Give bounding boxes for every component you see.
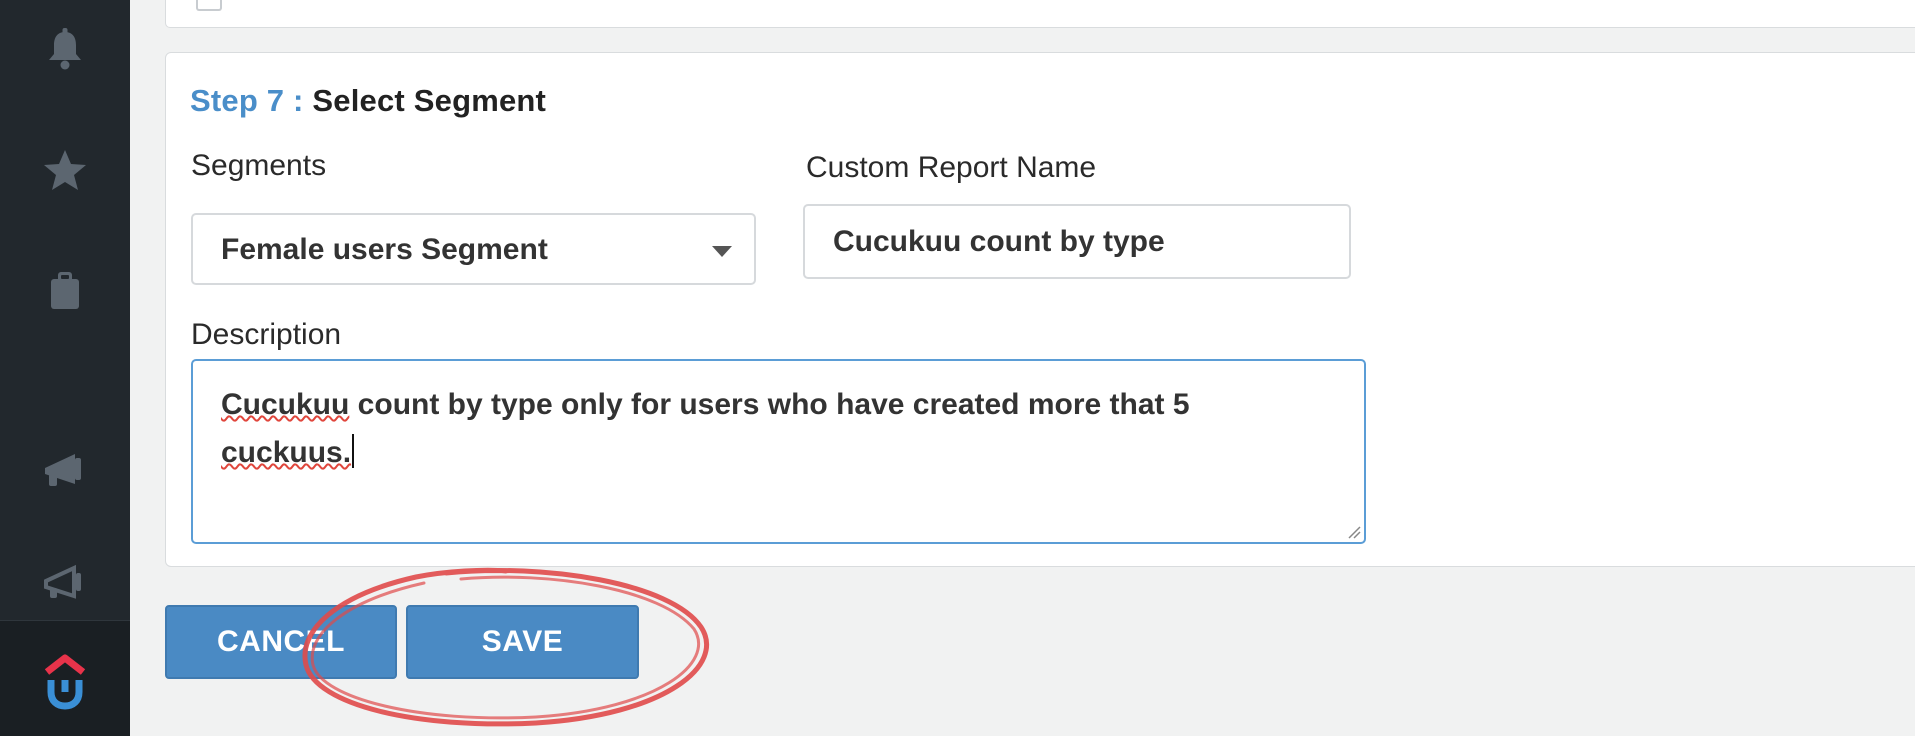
description-label: Description [191,318,342,351]
description-text: Cucukuu count by type only for users who… [221,381,1321,477]
star-icon[interactable] [0,135,130,205]
app-logo-icon[interactable] [0,645,130,715]
resize-grip-icon[interactable] [1347,525,1361,539]
sidebar [0,0,130,736]
bell-icon[interactable] [0,15,130,85]
checkbox-icon[interactable] [196,0,222,11]
previous-step-card [165,0,1915,28]
report-name-input[interactable] [803,204,1351,279]
text-cursor [352,434,355,468]
step-number: Step 7 : [190,83,304,118]
description-textarea[interactable]: Cucukuu count by type only for users who… [191,359,1366,544]
segments-select[interactable]: Female users Segment [191,213,756,285]
segments-selected-value: Female users Segment [221,233,548,266]
description-line1: count by type only for users who have cr… [349,388,1190,421]
megaphone-outline-icon[interactable] [0,548,130,618]
misspelled-word: cuckuus. [221,436,352,469]
clipboard-icon[interactable] [0,255,130,325]
save-button[interactable]: SAVE [406,605,639,679]
step-name: Select Segment [312,83,547,118]
step-card: Step 7 : Select Segment Segments Female … [165,52,1915,567]
megaphone-icon[interactable] [0,435,130,505]
step-title: Step 7 : Select Segment [190,83,546,119]
chevron-down-icon [712,246,732,257]
misspelled-word: Cucukuu [221,388,350,421]
segments-label: Segments [191,149,327,182]
cancel-button[interactable]: CANCEL [165,605,397,679]
report-name-label: Custom Report Name [806,151,1097,184]
